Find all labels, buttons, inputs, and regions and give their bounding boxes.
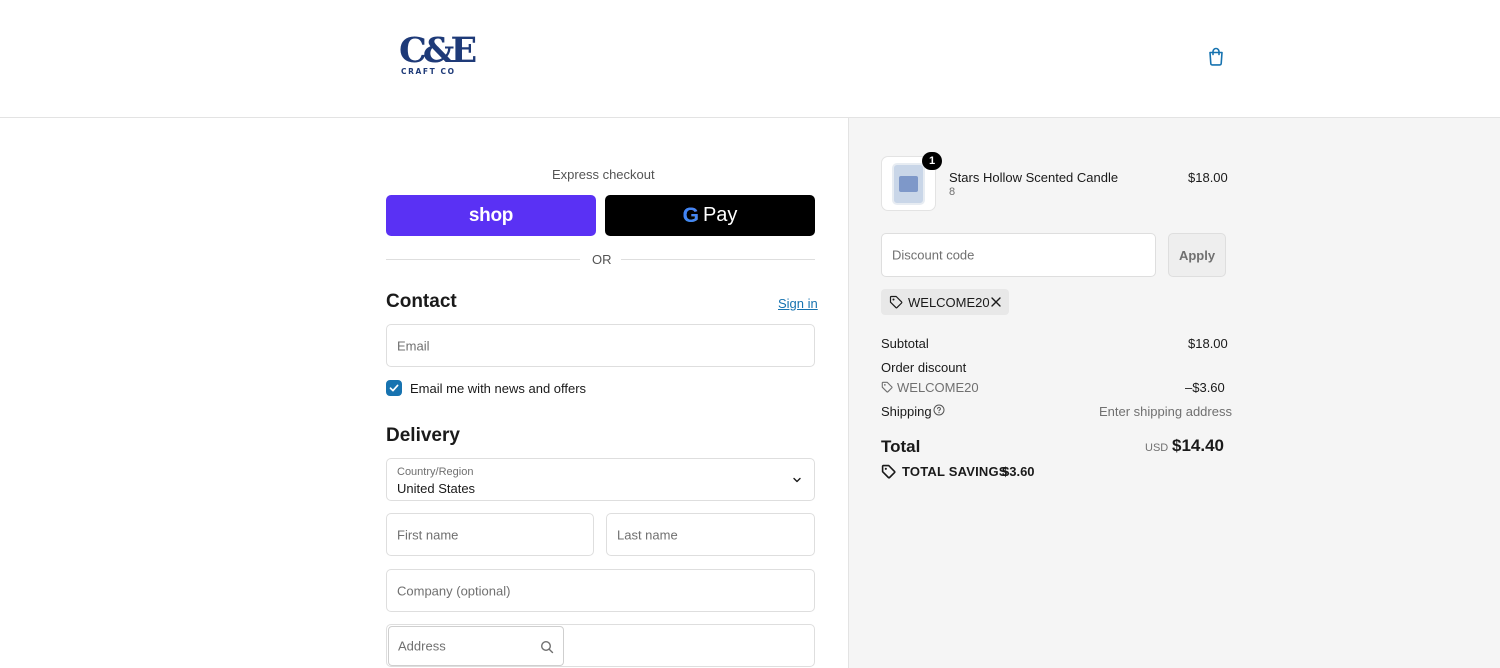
discount-code-placeholder: Discount code xyxy=(892,247,975,263)
discount-code-field[interactable]: Discount code xyxy=(881,233,1156,277)
shipping-label: Shipping xyxy=(881,404,932,419)
delivery-heading: Delivery xyxy=(386,425,460,446)
divider-left xyxy=(386,259,580,260)
logo-subtitle: CRAFT CO xyxy=(401,67,456,76)
candle-jar-image xyxy=(892,163,925,205)
applied-discount-code: WELCOME20 xyxy=(908,295,990,310)
google-pay-button[interactable]: G Pay xyxy=(605,195,815,236)
google-pay-label: Pay xyxy=(702,204,738,226)
company-field[interactable]: Company (optional) xyxy=(386,569,815,612)
email-placeholder: Email xyxy=(397,338,430,353)
total-savings-value: $3.60 xyxy=(1002,464,1035,479)
product-variant: 8 xyxy=(949,186,956,198)
first-name-field[interactable]: First name xyxy=(386,513,594,556)
apply-discount-button[interactable]: Apply xyxy=(1168,233,1226,277)
contact-heading: Contact xyxy=(386,291,457,312)
first-name-placeholder: First name xyxy=(397,527,459,542)
tag-icon xyxy=(881,381,893,393)
or-separator: OR xyxy=(592,252,612,267)
address-autocomplete[interactable]: Address xyxy=(388,626,564,666)
address-field[interactable]: Address xyxy=(386,624,815,667)
subtotal-label: Subtotal xyxy=(881,336,929,351)
help-circle-icon[interactable] xyxy=(933,404,945,416)
tag-icon xyxy=(889,295,903,309)
total-savings-label: TOTAL SAVINGS xyxy=(902,464,1008,479)
shipping-value: Enter shipping address xyxy=(1099,404,1232,419)
quantity-badge: 1 xyxy=(922,152,942,170)
country-label: Country/Region xyxy=(397,466,474,478)
close-icon[interactable] xyxy=(989,295,1003,309)
marketing-checkbox-label[interactable]: Email me with news and offers xyxy=(410,381,586,396)
total-currency: USD xyxy=(1145,442,1169,454)
search-icon xyxy=(540,640,554,654)
subtotal-value: $18.00 xyxy=(1188,336,1228,351)
marketing-checkbox[interactable] xyxy=(386,380,402,396)
address-placeholder: Address xyxy=(398,638,446,654)
shop-pay-button[interactable]: shop xyxy=(386,195,596,236)
country-value: United States xyxy=(397,481,476,496)
craft-co-logo[interactable]: C&E CRAFT CO xyxy=(399,30,477,79)
shop-pay-label: shop xyxy=(468,204,514,226)
shopping-bag-icon[interactable] xyxy=(1205,45,1227,67)
logo-mark: C&E xyxy=(399,30,477,71)
site-header: C&E CRAFT CO xyxy=(0,0,1500,118)
product-name: Stars Hollow Scented Candle xyxy=(949,170,1119,185)
discount-code-line: WELCOME20 xyxy=(897,380,979,395)
discount-value: –$3.60 xyxy=(1185,380,1225,395)
sign-in-link[interactable]: Sign in xyxy=(778,296,818,311)
last-name-field[interactable]: Last name xyxy=(606,513,815,556)
total-label: Total xyxy=(881,437,921,456)
checkmark-icon xyxy=(389,384,399,392)
company-placeholder: Company (optional) xyxy=(397,583,511,598)
last-name-placeholder: Last name xyxy=(617,527,678,542)
country-select[interactable]: Country/Region United States xyxy=(386,458,815,501)
total-value: $14.40 xyxy=(1172,436,1224,455)
applied-discount-chip: WELCOME20 xyxy=(881,289,1009,315)
order-discount-label: Order discount xyxy=(881,360,967,375)
chevron-down-icon xyxy=(793,477,801,482)
google-g-icon: G xyxy=(682,203,699,227)
divider-right xyxy=(621,259,815,260)
savings-tag-icon xyxy=(881,464,896,479)
product-price: $18.00 xyxy=(1188,170,1228,185)
email-field[interactable]: Email xyxy=(386,324,815,367)
express-checkout-label: Express checkout xyxy=(552,167,655,182)
